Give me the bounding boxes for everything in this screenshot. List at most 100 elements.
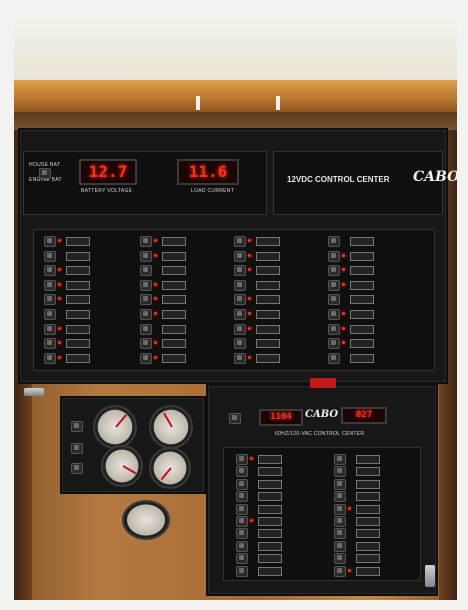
breaker-switch[interactable] xyxy=(328,294,340,306)
breaker-switch[interactable] xyxy=(236,540,248,552)
breaker-switch[interactable] xyxy=(234,309,246,320)
breaker-switch[interactable] xyxy=(236,454,248,465)
breaker-switch[interactable] xyxy=(44,279,56,291)
breaker-switch[interactable] xyxy=(140,265,152,277)
breaker-switch[interactable] xyxy=(328,236,340,247)
breaker-switch[interactable] xyxy=(234,338,246,350)
breaker-switch[interactable] xyxy=(140,279,152,291)
breaker-label-plate xyxy=(356,529,380,539)
breaker-switch[interactable] xyxy=(334,491,346,503)
breaker-label-plate xyxy=(66,339,90,349)
status-led xyxy=(154,341,157,345)
status-led xyxy=(58,326,61,330)
breaker-switch[interactable] xyxy=(44,294,56,306)
battery-voltage-label: BATTERY VOLTAGE xyxy=(81,188,133,194)
status-led xyxy=(248,312,251,315)
gauge-switch[interactable] xyxy=(71,463,83,474)
breaker-switch[interactable] xyxy=(44,265,56,277)
breaker-switch[interactable] xyxy=(328,323,340,335)
breaker-switch[interactable] xyxy=(236,503,248,515)
breaker-switch[interactable] xyxy=(334,454,346,465)
breaker-label-plate xyxy=(350,295,374,305)
status-led xyxy=(248,355,251,359)
trim-shadow xyxy=(14,112,457,130)
breaker-switch[interactable] xyxy=(234,352,246,364)
breaker-switch[interactable] xyxy=(236,478,248,490)
breaker-label-plate xyxy=(66,324,90,334)
breaker-switch[interactable] xyxy=(328,265,340,277)
breaker-switch[interactable] xyxy=(234,236,246,247)
breaker-switch[interactable] xyxy=(328,309,340,320)
status-led xyxy=(248,239,251,242)
breaker-label-plate xyxy=(66,266,90,276)
breaker-label-plate xyxy=(162,266,186,276)
gauge-switch[interactable] xyxy=(71,443,83,454)
breaker-switch[interactable] xyxy=(328,279,340,291)
dc-brand-logo: CABO xyxy=(413,169,457,185)
breaker-switch[interactable] xyxy=(236,516,248,527)
warning-decal xyxy=(310,378,336,388)
status-led xyxy=(154,312,157,315)
breaker-switch[interactable] xyxy=(44,352,56,364)
breaker-switch[interactable] xyxy=(44,236,56,247)
breaker-label-plate xyxy=(162,237,186,246)
breaker-switch[interactable] xyxy=(236,528,248,540)
breaker-switch[interactable] xyxy=(140,294,152,306)
breaker-label-plate xyxy=(162,324,186,334)
breaker-label-plate xyxy=(162,339,186,349)
breaker-switch[interactable] xyxy=(236,565,248,577)
breaker-label-plate xyxy=(256,353,280,363)
breaker-switch[interactable] xyxy=(236,466,248,478)
breaker-label-plate xyxy=(66,310,90,319)
breaker-label-plate xyxy=(256,251,280,261)
breaker-label-plate xyxy=(356,541,380,551)
status-led xyxy=(250,519,253,522)
breaker-switch[interactable] xyxy=(334,553,346,565)
breaker-switch[interactable] xyxy=(328,352,340,364)
breaker-switch[interactable] xyxy=(236,491,248,503)
breaker-switch[interactable] xyxy=(334,528,346,540)
status-led xyxy=(58,268,61,272)
breaker-switch[interactable] xyxy=(140,236,152,247)
status-led xyxy=(248,253,251,257)
ac-main-switch[interactable] xyxy=(229,413,241,424)
breaker-switch[interactable] xyxy=(334,478,346,490)
breaker-switch[interactable] xyxy=(328,338,340,350)
photo-scene: HOUSE BAT ENGINE BAT 12.7 BATTERY VOLTAG… xyxy=(0,0,468,610)
breaker-switch[interactable] xyxy=(236,553,248,565)
breaker-switch[interactable] xyxy=(140,309,152,320)
breaker-switch[interactable] xyxy=(44,323,56,335)
breaker-switch[interactable] xyxy=(140,250,152,262)
breaker-switch[interactable] xyxy=(44,250,56,262)
wood-trim xyxy=(14,80,457,112)
breaker-switch[interactable] xyxy=(140,323,152,335)
photo-frame: HOUSE BAT ENGINE BAT 12.7 BATTERY VOLTAG… xyxy=(14,10,457,600)
breaker-switch[interactable] xyxy=(334,466,346,478)
status-led xyxy=(58,282,61,286)
breaker-switch[interactable] xyxy=(334,565,346,577)
status-led xyxy=(342,326,345,330)
breaker-switch[interactable] xyxy=(140,352,152,364)
status-led xyxy=(248,268,251,272)
breaker-label-plate xyxy=(350,251,374,261)
gauge-panel xyxy=(62,398,204,492)
status-led xyxy=(248,297,251,301)
breaker-switch[interactable] xyxy=(44,338,56,350)
breaker-switch[interactable] xyxy=(334,516,346,527)
battery-selector-switch[interactable] xyxy=(39,168,51,179)
breaker-label-plate xyxy=(162,251,186,261)
breaker-switch[interactable] xyxy=(234,250,246,262)
gauge-switch[interactable] xyxy=(71,421,83,432)
breaker-switch[interactable] xyxy=(234,294,246,306)
breaker-switch[interactable] xyxy=(334,503,346,515)
breaker-switch[interactable] xyxy=(234,323,246,335)
breaker-switch[interactable] xyxy=(140,338,152,350)
breaker-switch[interactable] xyxy=(328,250,340,262)
gauge-dial xyxy=(149,405,193,449)
breaker-switch[interactable] xyxy=(234,279,246,291)
door-latch xyxy=(24,388,44,396)
breaker-switch[interactable] xyxy=(44,309,56,320)
breaker-switch[interactable] xyxy=(234,265,246,277)
breaker-switch[interactable] xyxy=(334,540,346,552)
breaker-label-plate xyxy=(350,266,374,276)
